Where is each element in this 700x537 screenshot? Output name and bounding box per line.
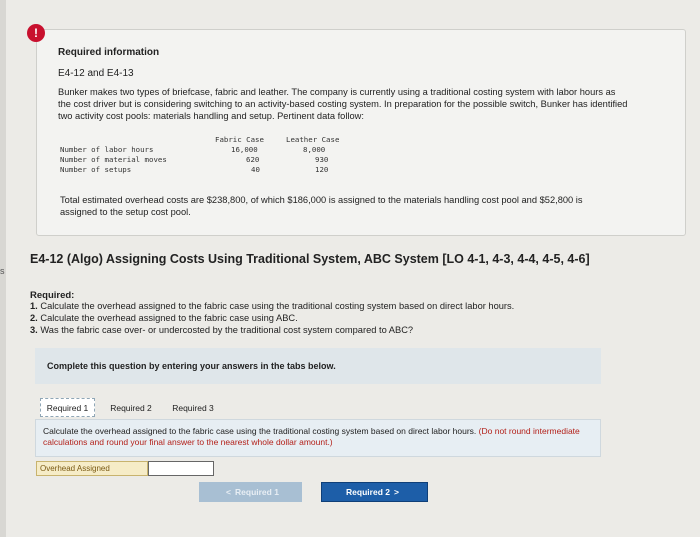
info-title: Required information [58, 47, 160, 58]
requirement-number: 3. [30, 325, 38, 335]
row-leather: 8,000 [303, 145, 326, 154]
row-fabric: 40 [251, 165, 260, 174]
row-label: Number of setups [60, 165, 132, 174]
info-paragraph: Bunker makes two types of briefcase, fab… [58, 87, 628, 121]
next-button-label: Required 2 [346, 487, 390, 497]
requirement-text: Calculate the overhead assigned to the f… [40, 301, 515, 311]
tab-required-2[interactable]: Required 2 [103, 398, 159, 417]
info-paragraph-2: Total estimated overhead costs are $238,… [60, 195, 583, 217]
next-button[interactable]: Required 2 > [321, 482, 428, 502]
row-fabric: 16,000 [231, 145, 258, 154]
row-leather: 930 [315, 155, 329, 164]
requirement-text: Was the fabric case over- or undercosted… [40, 325, 414, 335]
list-item: 3. Was the fabric case over- or undercos… [30, 324, 514, 336]
requirement-text: Calculate the overhead assigned to the f… [40, 313, 298, 323]
requirement-number: 2. [30, 313, 38, 323]
row-label: Number of labor hours [60, 145, 154, 154]
chevron-left-icon: < [226, 487, 232, 497]
overhead-assigned-input[interactable] [148, 461, 214, 476]
overhead-assigned-label: Overhead Assigned [36, 461, 148, 476]
list-item: 1. Calculate the overhead assigned to th… [30, 300, 514, 312]
row-leather: 120 [315, 165, 329, 174]
complete-question-banner: Complete this question by entering your … [35, 348, 601, 384]
tab-required-3[interactable]: Required 3 [166, 398, 220, 417]
question-panel: Calculate the overhead assigned to the f… [35, 419, 601, 457]
tab-required-1[interactable]: Required 1 [40, 398, 95, 417]
info-subtitle: E4-12 and E4-13 [58, 68, 134, 79]
row-label: Number of material moves [60, 155, 167, 164]
requirement-number: 1. [30, 301, 38, 311]
question-instruction: Calculate the overhead assigned to the f… [43, 426, 477, 436]
previous-button-label: Required 1 [235, 487, 279, 497]
row-fabric: 620 [246, 155, 260, 164]
left-edge-mark: s [0, 266, 5, 276]
table-header-leather: Leather Case [286, 135, 340, 144]
chevron-right-icon: > [393, 487, 399, 497]
previous-button[interactable]: < Required 1 [199, 482, 302, 502]
table-header-fabric: Fabric Case [215, 135, 264, 144]
question-text: Calculate the overhead assigned to the f… [43, 426, 593, 448]
alert-exclamation-icon: ! [27, 24, 45, 42]
required-information-panel: Required information E4-12 and E4-13 Bun… [36, 29, 686, 236]
problem-title: E4-12 (Algo) Assigning Costs Using Tradi… [30, 252, 590, 266]
requirements-list: 1. Calculate the overhead assigned to th… [30, 300, 514, 336]
list-item: 2. Calculate the overhead assigned to th… [30, 312, 514, 324]
complete-prompt: Complete this question by entering your … [47, 361, 336, 371]
